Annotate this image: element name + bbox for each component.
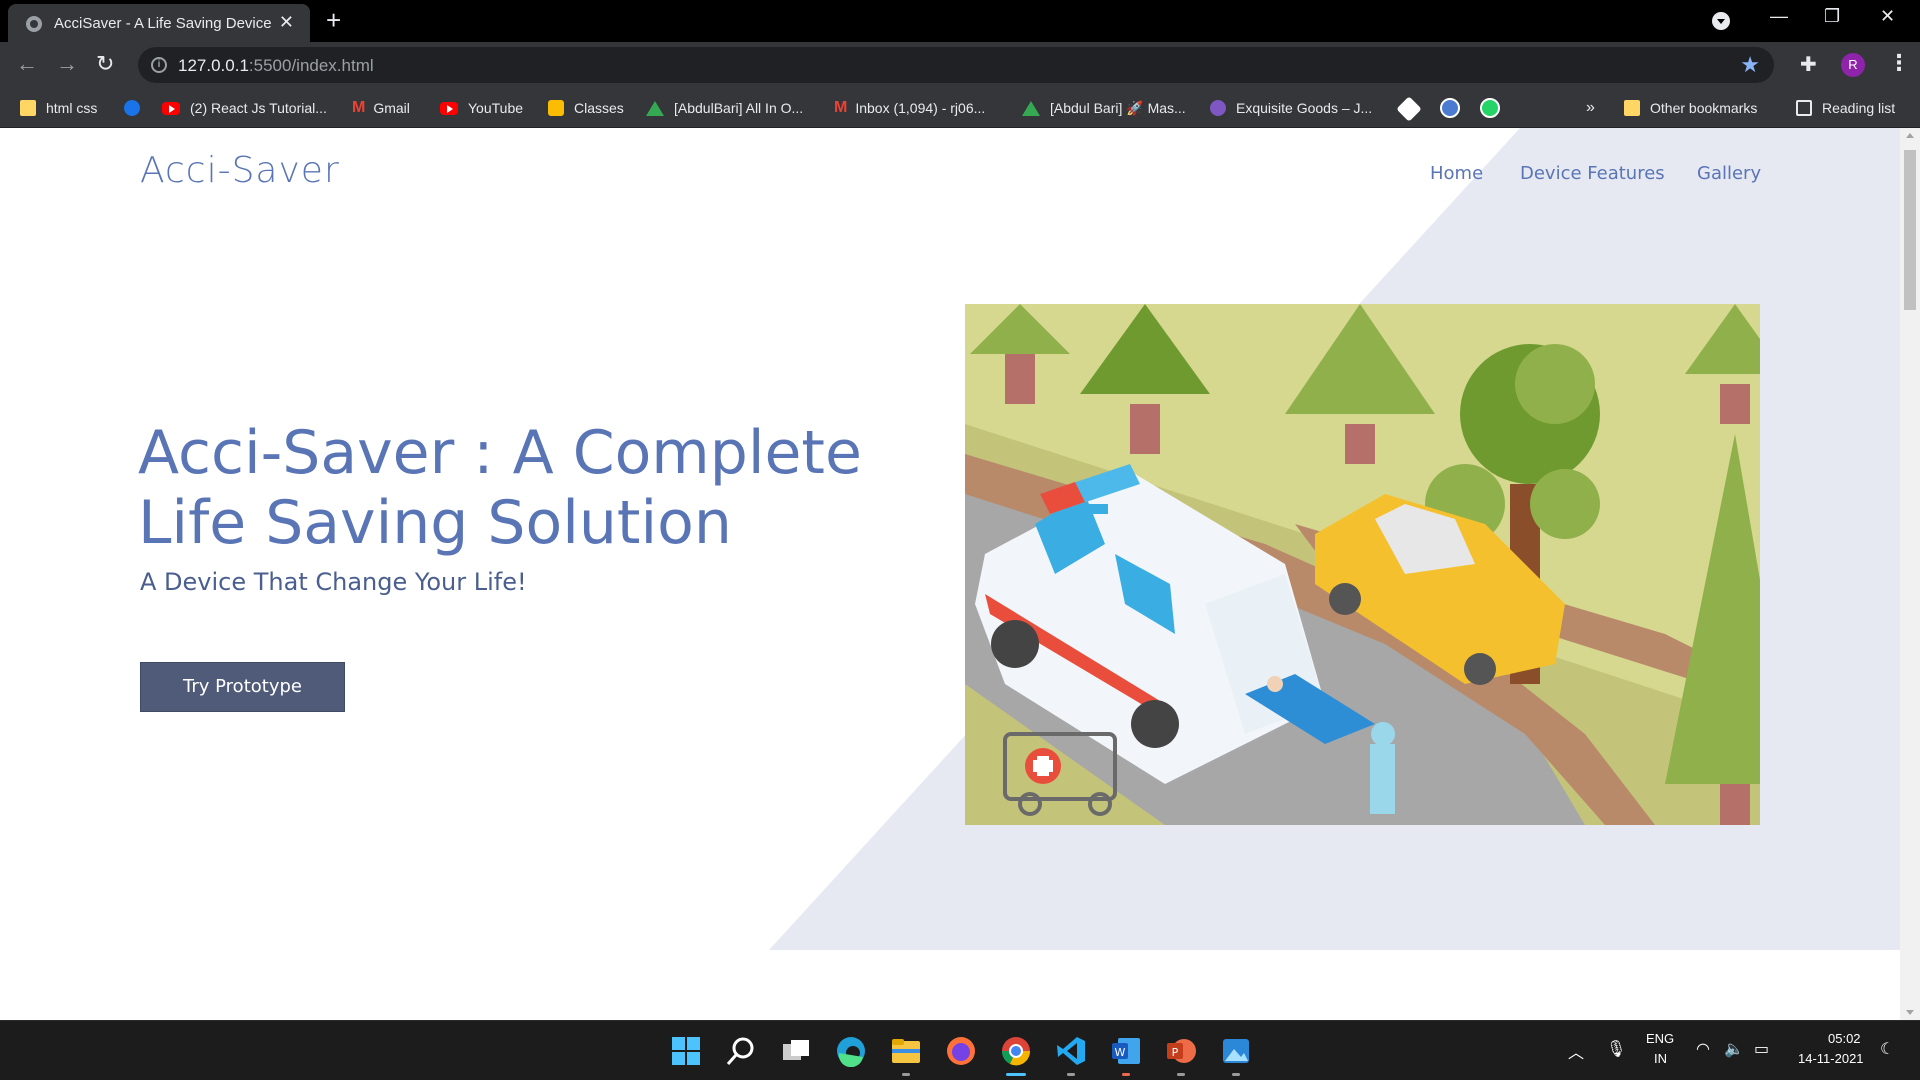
scroll-up-icon[interactable]: [1906, 133, 1914, 138]
windows-start-icon[interactable]: [670, 1035, 702, 1067]
notifications-moon-icon[interactable]: ☾: [1880, 1039, 1894, 1059]
reload-button[interactable]: ↻: [96, 51, 114, 77]
drive-icon: [646, 100, 664, 116]
hero-title: Acci-Saver : A Complete Life Saving Solu…: [138, 418, 862, 558]
battery-icon[interactable]: ▭: [1754, 1039, 1769, 1059]
language-indicator-eng[interactable]: ENG: [1646, 1031, 1674, 1046]
clock-time[interactable]: 05:02: [1828, 1031, 1861, 1046]
bookmark-inbox[interactable]: M Inbox (1,094) - rj06...: [834, 98, 985, 118]
file-explorer-icon[interactable]: [890, 1035, 922, 1067]
clock-date[interactable]: 14-11-2021: [1798, 1051, 1864, 1066]
youtube-icon: [162, 101, 180, 115]
chrome-icon[interactable]: [1000, 1035, 1032, 1067]
diamond-app-icon[interactable]: [1396, 96, 1422, 122]
svg-text:P: P: [1172, 1046, 1179, 1059]
running-indicator: [1067, 1073, 1075, 1076]
reading-list[interactable]: Reading list: [1796, 98, 1895, 118]
gmail-icon: M: [834, 99, 848, 116]
active-indicator: [1006, 1073, 1026, 1076]
close-window-button[interactable]: ✕: [1880, 6, 1895, 27]
tab-title: AcciSaver - A Life Saving Device: [54, 15, 272, 32]
globe-icon: [26, 16, 42, 32]
edge-icon[interactable]: [835, 1035, 867, 1067]
bookmarks-overflow-button[interactable]: »: [1586, 98, 1595, 118]
back-button[interactable]: ←: [16, 51, 38, 77]
word-icon[interactable]: W: [1110, 1035, 1142, 1067]
svg-text:W: W: [1115, 1046, 1126, 1059]
try-prototype-button[interactable]: Try Prototype: [140, 662, 345, 712]
os-taskbar: W P ︿ 🎙 ENG IN ◠ 🔈 ▭ 05:02 14-11-2021 ☾: [0, 1020, 1920, 1080]
extensions-puzzle-icon[interactable]: ✚: [1800, 52, 1817, 77]
folder-icon: [1624, 100, 1640, 116]
forward-button[interactable]: →: [56, 51, 78, 77]
bookmark-react-tutorial[interactable]: (2) React Js Tutorial...: [162, 98, 327, 118]
new-tab-button[interactable]: +: [326, 6, 341, 34]
nav-device-features[interactable]: Device Features: [1520, 163, 1665, 184]
gmail-icon: M: [352, 99, 366, 116]
other-bookmarks[interactable]: Other bookmarks: [1624, 98, 1757, 118]
site-logo[interactable]: Acci-Saver: [140, 150, 340, 191]
bookmarks-bar: html css (2) React Js Tutorial... M Gmail…: [0, 88, 1920, 128]
app-shortcut-icon[interactable]: [1440, 98, 1460, 118]
bookmark-youtube[interactable]: YouTube: [440, 98, 523, 118]
youtube-icon: [440, 101, 458, 115]
tab-search-icon[interactable]: [1712, 12, 1730, 30]
tab-close-icon[interactable]: ✕: [279, 12, 294, 33]
bookmark-abdulbari-all[interactable]: [AbdulBari] All In O...: [646, 98, 803, 118]
accident-ambulance-illustration: [965, 304, 1760, 825]
search-icon[interactable]: [725, 1035, 757, 1067]
scroll-down-icon[interactable]: [1906, 1010, 1914, 1015]
url-text[interactable]: 127.0.0.1:5500/index.html: [178, 56, 374, 76]
language-indicator-in[interactable]: IN: [1654, 1051, 1667, 1066]
restore-button[interactable]: ❐: [1824, 6, 1840, 27]
bookmark-abdulbari-mas[interactable]: [Abdul Bari] 🚀 Mas...: [1022, 98, 1186, 118]
nav-gallery[interactable]: Gallery: [1697, 163, 1761, 184]
bag-icon: [1210, 100, 1226, 116]
volume-icon[interactable]: 🔈: [1724, 1039, 1744, 1059]
classroom-icon: [548, 100, 564, 116]
bookmark-exquisite-goods[interactable]: Exquisite Goods – J...: [1210, 98, 1372, 118]
cloud-icon: [124, 100, 140, 116]
microphone-icon[interactable]: 🎙: [1606, 1039, 1626, 1059]
drive-icon: [1022, 100, 1040, 116]
reading-list-icon: [1796, 100, 1812, 116]
profile-avatar[interactable]: R: [1841, 53, 1865, 77]
firefox-icon[interactable]: [945, 1035, 977, 1067]
running-indicator: [1232, 1073, 1240, 1076]
running-indicator: [1177, 1073, 1185, 1076]
site-info-icon[interactable]: i: [151, 57, 167, 73]
running-indicator: [902, 1073, 910, 1076]
nav-home[interactable]: Home: [1430, 163, 1483, 184]
bookmark-html-css[interactable]: html css: [20, 98, 97, 118]
page-viewport: Acci-Saver Home Device Features Gallery …: [0, 128, 1900, 1020]
show-hidden-icons-chevron-icon[interactable]: ︿: [1568, 1039, 1584, 1063]
vscode-icon[interactable]: [1055, 1035, 1087, 1067]
browser-tab-bar: AcciSaver - A Life Saving Device ✕ + — ❐…: [0, 0, 1920, 42]
page-scrollbar[interactable]: [1900, 128, 1920, 1020]
running-indicator: [1122, 1073, 1130, 1076]
bookmark-classes[interactable]: Classes: [548, 98, 624, 118]
bookmark-gmail[interactable]: M Gmail: [352, 98, 410, 118]
powerpoint-icon[interactable]: P: [1165, 1035, 1197, 1067]
task-view-icon[interactable]: [780, 1035, 812, 1067]
bookmark-star-icon[interactable]: ★: [1740, 52, 1760, 78]
minimize-button[interactable]: —: [1770, 6, 1788, 27]
browser-tab[interactable]: AcciSaver - A Life Saving Device ✕: [8, 4, 310, 42]
wifi-icon[interactable]: ◠: [1696, 1039, 1710, 1059]
whatsapp-icon[interactable]: [1480, 98, 1500, 118]
photos-icon[interactable]: [1220, 1035, 1252, 1067]
folder-icon: [20, 100, 36, 116]
address-bar[interactable]: i 127.0.0.1:5500/index.html ★: [138, 47, 1774, 83]
hero-subtitle: A Device That Change Your Life!: [140, 568, 527, 596]
bookmark-cloud[interactable]: [124, 98, 150, 118]
scrollbar-thumb[interactable]: [1904, 150, 1916, 310]
more-menu-icon[interactable]: ⋮: [1888, 50, 1910, 76]
browser-toolbar: ← → ↻ i 127.0.0.1:5500/index.html ★ ✚ R …: [0, 42, 1920, 88]
